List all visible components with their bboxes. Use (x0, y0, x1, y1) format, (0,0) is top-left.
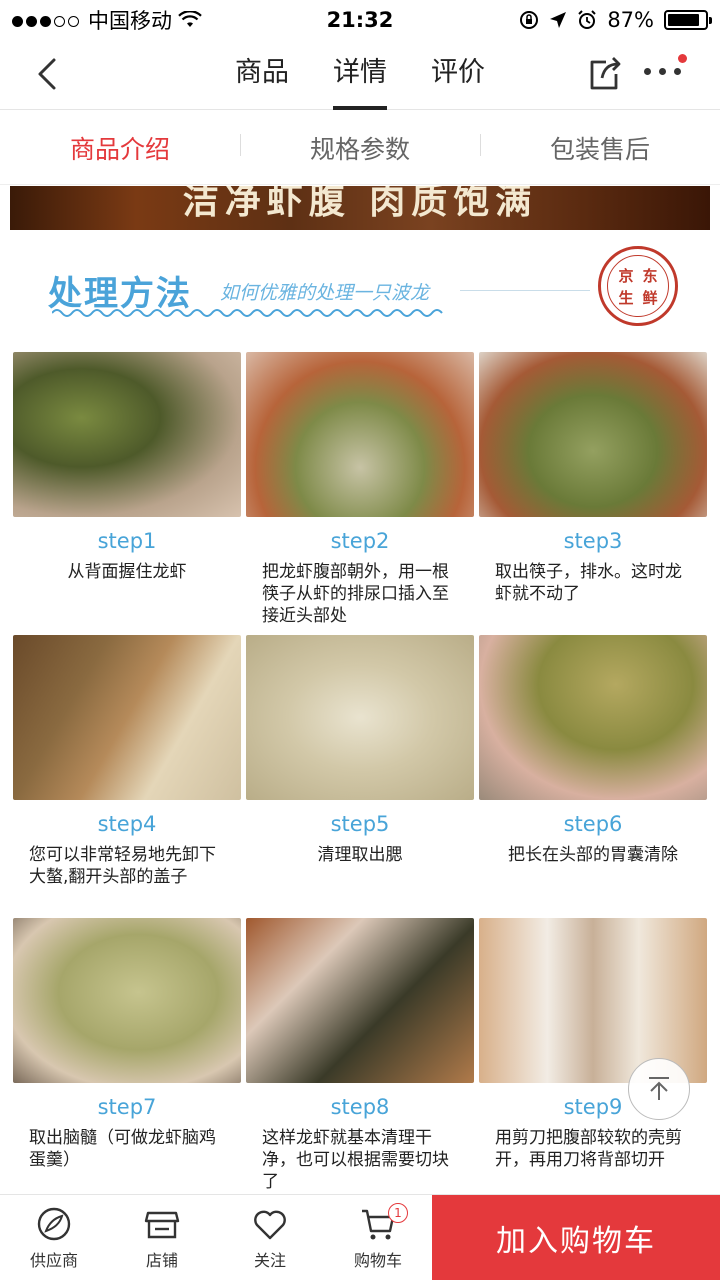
detail-sub-tabs: 商品介绍 规格参数 包装售后 (0, 111, 720, 185)
step-photo (13, 918, 241, 1083)
wave-decoration (52, 309, 443, 317)
step-label: step7 (97, 1095, 157, 1119)
seal-char: 鲜 (642, 288, 658, 307)
banner-image: 洁净虾腹 肉质饱满 (10, 186, 710, 230)
subtab-product-intro[interactable]: 商品介绍 (0, 130, 240, 166)
shop-button[interactable]: 店铺 (108, 1195, 216, 1280)
step-card: step7 取出脑髓（可做龙虾脑鸡蛋羹） (13, 918, 241, 1171)
step-desc: 取出脑髓（可做龙虾脑鸡蛋羹） (29, 1128, 216, 1170)
top-nav: 商品 详情 评价 (0, 40, 720, 110)
step-label: step6 (563, 812, 623, 836)
section-subtitle: 如何优雅的处理一只波龙 (220, 282, 430, 304)
jd-fresh-seal: 京 东 生 鲜 (598, 246, 678, 326)
follow-button[interactable]: 关注 (216, 1195, 324, 1280)
step-card: step8 这样龙虾就基本清理干净，也可以根据需要切块了 (246, 918, 474, 1193)
notification-dot (678, 54, 687, 63)
follow-label: 关注 (253, 1250, 286, 1270)
seal-char: 京 (618, 266, 634, 285)
shop-icon (144, 1211, 180, 1238)
step-photo (479, 918, 707, 1083)
step-photo (246, 918, 474, 1083)
step-desc: 取出筷子，排水。这时龙虾就不动了 (495, 562, 682, 604)
add-to-cart-button[interactable]: 加入购物车 (432, 1195, 720, 1280)
subtab-packaging[interactable]: 包装售后 (480, 130, 720, 166)
more-icon[interactable] (644, 68, 684, 80)
step-photo (13, 352, 241, 517)
supplier-label: 供应商 (29, 1250, 78, 1270)
subtab-specs[interactable]: 规格参数 (240, 130, 480, 166)
step-photo (13, 635, 241, 800)
step-desc: 把长在头部的胃囊清除 (508, 845, 678, 865)
status-bar: 中国移动 21:32 87% (0, 0, 720, 40)
step-desc: 您可以非常轻易地先卸下大螯,翻开头部的盖子 (29, 845, 216, 887)
step-card: step3 取出筷子，排水。这时龙虾就不动了 (479, 352, 707, 605)
seal-char: 东 (642, 266, 658, 285)
tab-reviews[interactable]: 评价 (431, 40, 485, 110)
rotation-lock-icon (520, 11, 539, 29)
bottom-bar: 供应商 店铺 关注 购物车 1 加入购物车 (0, 1194, 720, 1280)
tab-details[interactable]: 详情 (333, 40, 387, 110)
tab-product[interactable]: 商品 (235, 40, 289, 110)
alarm-icon (578, 10, 597, 29)
arrow-up-icon (649, 1077, 669, 1100)
back-to-top-button[interactable] (628, 1058, 690, 1120)
step-desc: 从背面握住龙虾 (67, 562, 187, 582)
divider (460, 290, 590, 291)
step-card: step9 用剪刀把腹部较软的壳剪开，再用刀将背部切开 (479, 918, 707, 1171)
seal-char: 生 (618, 288, 634, 307)
share-icon[interactable] (586, 54, 624, 92)
step-photo (479, 635, 707, 800)
heart-icon (254, 1210, 286, 1239)
step-card: step2 把龙虾腹部朝外，用一根筷子从虾的排尿口插入至接近头部处 (246, 352, 474, 627)
step-desc: 清理取出腮 (317, 845, 403, 865)
step-card: step1 从背面握住龙虾 (13, 352, 241, 583)
step-desc: 把龙虾腹部朝外，用一根筷子从虾的排尿口插入至接近头部处 (262, 562, 449, 626)
cart-label: 购物车 (353, 1250, 402, 1270)
supplier-icon (37, 1207, 71, 1240)
step-photo (246, 635, 474, 800)
cart-button[interactable]: 购物车 1 (324, 1195, 432, 1280)
step-label: step8 (330, 1095, 390, 1119)
battery-icon (664, 10, 712, 30)
supplier-button[interactable]: 供应商 (0, 1195, 108, 1280)
banner-text: 洁净虾腹 肉质饱满 (182, 186, 538, 222)
step-label: step5 (330, 812, 390, 836)
step-photo (479, 352, 707, 517)
step-card: step5 清理取出腮 (246, 635, 474, 866)
step-label: step1 (97, 529, 157, 553)
location-icon (550, 12, 567, 28)
cart-count-badge: 1 (388, 1203, 408, 1223)
step-photo (246, 352, 474, 517)
step-desc: 这样龙虾就基本清理干净，也可以根据需要切块了 (262, 1128, 449, 1192)
step-label: step4 (97, 812, 157, 836)
shop-label: 店铺 (145, 1250, 178, 1270)
step-label: step2 (330, 529, 390, 553)
detail-content: 洁净虾腹 肉质饱满 处理方法 如何优雅的处理一只波龙 京 东 生 鲜 step1… (0, 186, 720, 1194)
battery-percent: 87% (607, 8, 654, 32)
step-label: step3 (563, 529, 623, 553)
step-card: step4 您可以非常轻易地先卸下大螯,翻开头部的盖子 (13, 635, 241, 888)
step-desc: 用剪刀把腹部较软的壳剪开，再用刀将背部切开 (495, 1128, 682, 1170)
status-right: 87% (519, 8, 712, 32)
step-card: step6 把长在头部的胃囊清除 (479, 635, 707, 866)
